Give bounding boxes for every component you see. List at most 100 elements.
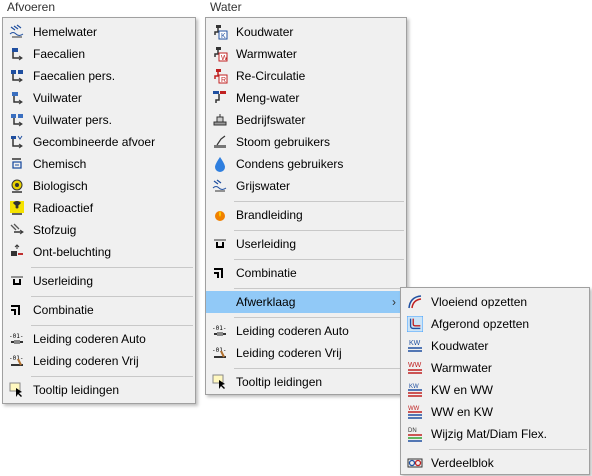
menu-item-label: Meng-water <box>236 91 300 105</box>
menu-item-label: Brandleiding <box>236 208 303 222</box>
faecal-pressure-icon <box>11 70 23 83</box>
combined-drain-icon <box>11 135 23 149</box>
grey-water-icon <box>212 179 227 192</box>
cold-water-tap-icon: K <box>214 25 228 40</box>
menu-item-koudwater[interactable]: KW Koudwater <box>401 335 589 357</box>
menu-item-koudwater[interactable]: K Koudwater <box>206 21 406 43</box>
menu-item-label: Re-Circulatie <box>236 69 306 83</box>
code-auto-icon: -01- <box>9 333 23 344</box>
menu-item-label: Afwerklaag <box>236 295 296 309</box>
menu-item-combinatie[interactable]: Combinatie <box>3 299 195 321</box>
steam-icon <box>214 135 226 148</box>
menu-item-stoom-gebruikers[interactable]: Stoom gebruikers <box>206 131 406 153</box>
menu-item-ww-en-kw[interactable]: WW WW en KW <box>401 401 589 423</box>
kw-label-icon: KW <box>408 340 422 352</box>
menu-item-tooltip-leidingen[interactable]: Tooltip leidingen <box>206 371 406 393</box>
menu-item-label: Grijswater <box>236 179 291 193</box>
menu-item-label: Koudwater <box>431 339 489 353</box>
menu-item-label: Ont-beluchting <box>33 245 112 259</box>
menu-item-label: Leiding coderen Vrij <box>33 354 139 368</box>
afwerklaag-submenu: Vloeiend opzetten Afgerond opzetten KW K… <box>400 287 590 475</box>
menu-item-userleiding[interactable]: Userleiding <box>206 233 406 255</box>
menu-item-label: Vloeiend opzetten <box>431 295 528 309</box>
menu-item-userleiding[interactable]: Userleiding <box>3 270 195 292</box>
svg-text:-01-: -01- <box>212 347 226 354</box>
menu-item-label: Chemisch <box>33 157 87 171</box>
menu-item-kw-en-ww[interactable]: KW KW en WW <box>401 379 589 401</box>
menu-item-faecalien[interactable]: Faecalien <box>3 43 195 65</box>
change-material-icon: DN <box>408 428 422 442</box>
menu-item-vuilwater[interactable]: Vuilwater <box>3 87 195 109</box>
user-pipe-icon <box>214 239 226 248</box>
menu-item-label: Biologisch <box>33 179 88 193</box>
menu-item-hemelwater[interactable]: Hemelwater <box>3 21 195 43</box>
menu-item-label: Condens gebruikers <box>236 157 344 171</box>
menu-item-label: Vuilwater <box>33 91 82 105</box>
menu-item-re-circulatie[interactable]: R Re-Circulatie <box>206 65 406 87</box>
menu-item-leiding-coderen-vrij[interactable]: -01- Leiding coderen Vrij <box>206 342 406 364</box>
hot-water-tap-icon: W <box>214 47 228 62</box>
menu-item-vuilwater-pers[interactable]: Vuilwater pers. <box>3 109 195 131</box>
menu-item-ont-beluchting[interactable]: Ont-beluchting <box>3 241 195 263</box>
menu-item-chemisch[interactable]: Chemisch <box>3 153 195 175</box>
menu-item-label: Afgerond opzetten <box>431 317 530 331</box>
menu-item-grijswater[interactable]: Grijswater <box>206 175 406 197</box>
waste-water-pressure-icon <box>11 114 23 127</box>
menu-item-combinatie[interactable]: Combinatie <box>206 262 406 284</box>
menu-item-label: Radioactief <box>33 201 94 215</box>
faecal-icon <box>12 48 23 61</box>
menu-item-gecombineerde-afvoer[interactable]: Gecombineerde afvoer <box>3 131 195 153</box>
menu-item-leiding-coderen-vrij[interactable]: -01- Leiding coderen Vrij <box>3 350 195 372</box>
menu-item-warmwater[interactable]: WW Warmwater <box>401 357 589 379</box>
menu-item-condens-gebruikers[interactable]: Condens gebruikers <box>206 153 406 175</box>
separator <box>234 368 404 369</box>
svg-text:KW: KW <box>409 340 421 347</box>
vent-icon <box>11 244 23 256</box>
svg-text:WW: WW <box>408 406 420 412</box>
menu-item-label: Userleiding <box>236 237 297 251</box>
water-header: Water <box>210 0 242 14</box>
water-menu: K Koudwater W Warmwater R Re-Circulatie … <box>205 17 407 395</box>
submenu-arrow-icon: › <box>392 295 396 309</box>
waste-water-icon <box>12 92 23 105</box>
smooth-bend-icon <box>408 295 422 309</box>
menu-item-wijzig-mat-diam-flex[interactable]: DN Wijzig Mat/Diam Flex. <box>401 423 589 445</box>
menu-item-warmwater[interactable]: W Warmwater <box>206 43 406 65</box>
menu-item-biologisch[interactable]: Biologisch <box>3 175 195 197</box>
menu-item-label: Stoom gebruikers <box>236 135 331 149</box>
afvoeren-menu: Hemelwater Faecalien Faecalien pers. Vui… <box>2 17 196 404</box>
menu-item-label: Wijzig Mat/Diam Flex. <box>431 427 548 441</box>
combination-icon <box>214 268 223 278</box>
menu-item-afgerond-opzetten[interactable]: Afgerond opzetten <box>401 313 589 335</box>
manifold-icon <box>407 458 423 468</box>
menu-item-bedrijfswater[interactable]: Bedrijfswater <box>206 109 406 131</box>
menu-item-label: Combinatie <box>33 303 94 317</box>
menu-item-label: Bedrijfswater <box>236 113 306 127</box>
svg-text:WW: WW <box>408 362 422 369</box>
menu-item-vloeiend-opzetten[interactable]: Vloeiend opzetten <box>401 291 589 313</box>
svg-text:DN: DN <box>408 428 417 434</box>
ww-label-icon: WW <box>408 362 422 374</box>
menu-item-afwerklaag[interactable]: Afwerklaag › <box>206 291 406 313</box>
menu-item-radioactief[interactable]: Radioactief <box>3 197 195 219</box>
menu-item-label: KW en WW <box>431 383 493 397</box>
process-water-icon <box>213 114 227 126</box>
menu-item-leiding-coderen-auto[interactable]: -01- Leiding coderen Auto <box>3 328 195 350</box>
separator <box>234 317 404 318</box>
menu-item-label: Verdeelblok <box>431 456 494 470</box>
biohazard-icon <box>11 179 23 193</box>
code-auto-icon: -01- <box>212 325 226 336</box>
menu-item-label: Koudwater <box>236 25 294 39</box>
separator <box>429 449 587 450</box>
menu-item-faecalien-pers[interactable]: Faecalien pers. <box>3 65 195 87</box>
menu-item-meng-water[interactable]: Meng-water <box>206 87 406 109</box>
menu-item-brandleiding[interactable]: Brandleiding <box>206 204 406 226</box>
separator <box>31 267 193 268</box>
separator <box>234 288 404 289</box>
menu-item-leiding-coderen-auto[interactable]: -01- Leiding coderen Auto <box>206 320 406 342</box>
user-pipe-icon <box>11 276 23 285</box>
menu-item-verdeelblok[interactable]: Verdeelblok <box>401 452 589 474</box>
menu-item-tooltip-leidingen[interactable]: Tooltip leidingen <box>3 379 195 401</box>
menu-item-stofzuig[interactable]: Stofzuig <box>3 219 195 241</box>
mixed-water-icon <box>213 91 226 103</box>
